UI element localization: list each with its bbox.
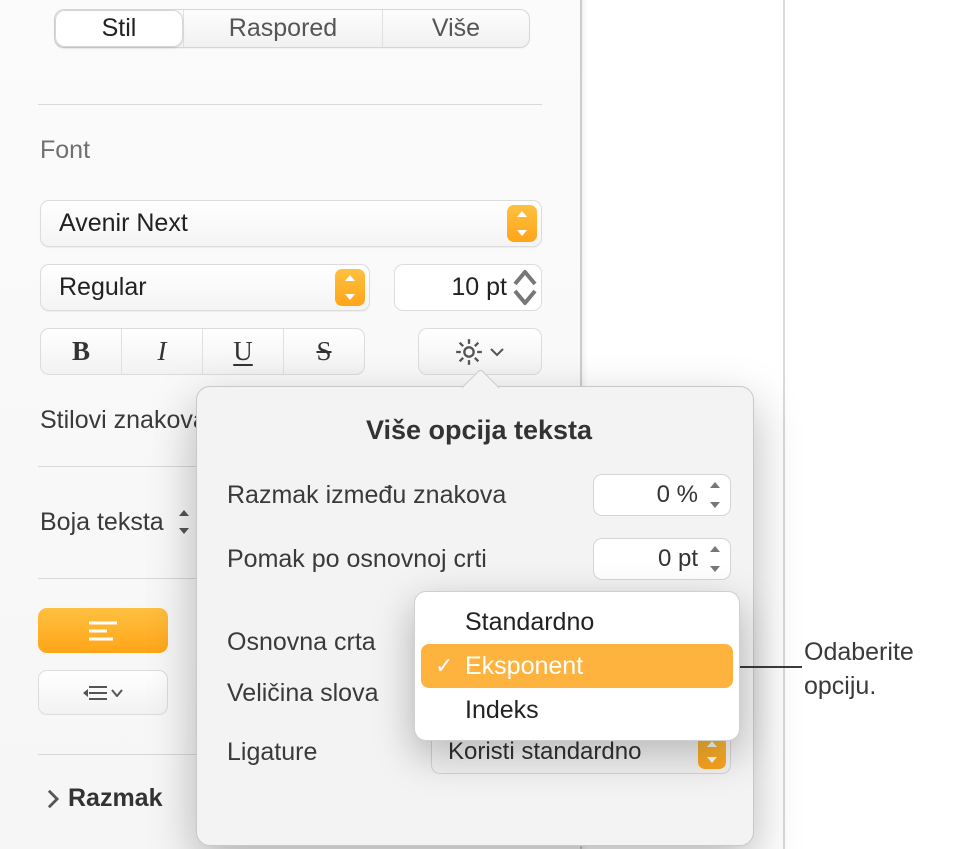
baseline-shift-field[interactable]: 0 pt <box>593 538 731 580</box>
baseline-menu: Standardno Eksponent Indeks <box>414 591 740 741</box>
font-heading: Font <box>40 136 90 165</box>
menu-item-label: Standardno <box>465 608 594 637</box>
baseline-shift-label: Pomak po osnovnoj crti <box>227 545 487 574</box>
stepper-icon[interactable] <box>704 542 726 576</box>
char-spacing-label: Razmak između znakova <box>227 481 506 510</box>
menu-item-label: Eksponent <box>465 652 583 681</box>
ligatures-value: Koristi standardno <box>448 738 641 766</box>
char-spacing-value: 0 % <box>657 481 698 509</box>
tab-segmented-control: Stil Raspored Više <box>54 9 530 48</box>
menu-item-exponent[interactable]: Eksponent <box>421 644 733 688</box>
ligatures-label: Ligature <box>227 738 317 767</box>
list-indent-icon <box>83 684 107 702</box>
font-family-value: Avenir Next <box>59 209 188 238</box>
tab-raspored[interactable]: Raspored <box>184 10 382 47</box>
dropdown-knob-icon <box>507 205 537 242</box>
align-left-icon <box>89 621 117 641</box>
menu-item-index[interactable]: Indeks <box>421 688 733 732</box>
tab-stil[interactable]: Stil <box>55 10 183 47</box>
text-style-group: B I U S <box>40 328 365 375</box>
popover-title: Više opcija teksta <box>227 415 731 446</box>
tab-label: Stil <box>102 14 137 43</box>
spacing-label: Razmak <box>68 784 163 813</box>
italic-button[interactable]: I <box>122 329 203 374</box>
stepper-up-icon[interactable] <box>513 269 537 288</box>
strikethrough-button[interactable]: S <box>284 329 364 374</box>
font-family-select[interactable]: Avenir Next <box>40 200 542 247</box>
baseline-shift-row: Pomak po osnovnoj crti 0 pt <box>227 538 731 580</box>
dropdown-knob-icon <box>335 269 365 306</box>
divider <box>38 104 542 105</box>
menu-item-standard[interactable]: Standardno <box>421 600 733 644</box>
gear-icon <box>455 338 483 366</box>
text-color-text: Boja teksta <box>40 508 164 536</box>
font-size-stepper[interactable] <box>513 269 537 306</box>
updown-icon <box>175 510 193 534</box>
spacing-disclosure[interactable]: Razmak <box>46 784 163 813</box>
font-size-field[interactable]: 10 pt <box>394 264 542 311</box>
stepper-down-icon[interactable] <box>513 288 537 307</box>
bold-button[interactable]: B <box>41 329 122 374</box>
list-indent-button[interactable] <box>38 670 168 715</box>
callout-line1: Odaberite <box>804 638 914 666</box>
callout-leader-line <box>732 666 802 668</box>
character-styles-label: Stilovi znakova <box>40 406 207 435</box>
baseline-label: Osnovna crta <box>227 628 376 657</box>
tab-label: Više <box>432 14 480 43</box>
chevron-down-icon <box>111 689 123 697</box>
text-color-label[interactable]: Boja teksta <box>40 506 193 537</box>
font-size-value: 10 pt <box>451 273 507 302</box>
menu-item-label: Indeks <box>465 696 539 725</box>
tab-label: Raspored <box>229 14 337 43</box>
callout-line2: opciju. <box>804 672 876 700</box>
font-style-value: Regular <box>59 273 147 302</box>
char-spacing-field[interactable]: 0 % <box>593 474 731 516</box>
stepper-icon[interactable] <box>704 478 726 512</box>
chevron-down-icon <box>489 347 505 357</box>
font-style-select[interactable]: Regular <box>40 264 370 311</box>
underline-button[interactable]: U <box>203 329 284 374</box>
advanced-text-options-button[interactable] <box>418 328 542 375</box>
chevron-right-icon <box>46 788 60 810</box>
baseline-shift-value: 0 pt <box>658 545 698 573</box>
caps-label: Veličina slova <box>227 679 378 708</box>
callout-text: Odaberite opciju. <box>804 636 914 704</box>
char-spacing-row: Razmak između znakova 0 % <box>227 474 731 516</box>
tab-vise[interactable]: Više <box>383 10 529 47</box>
align-left-button[interactable] <box>38 608 168 653</box>
